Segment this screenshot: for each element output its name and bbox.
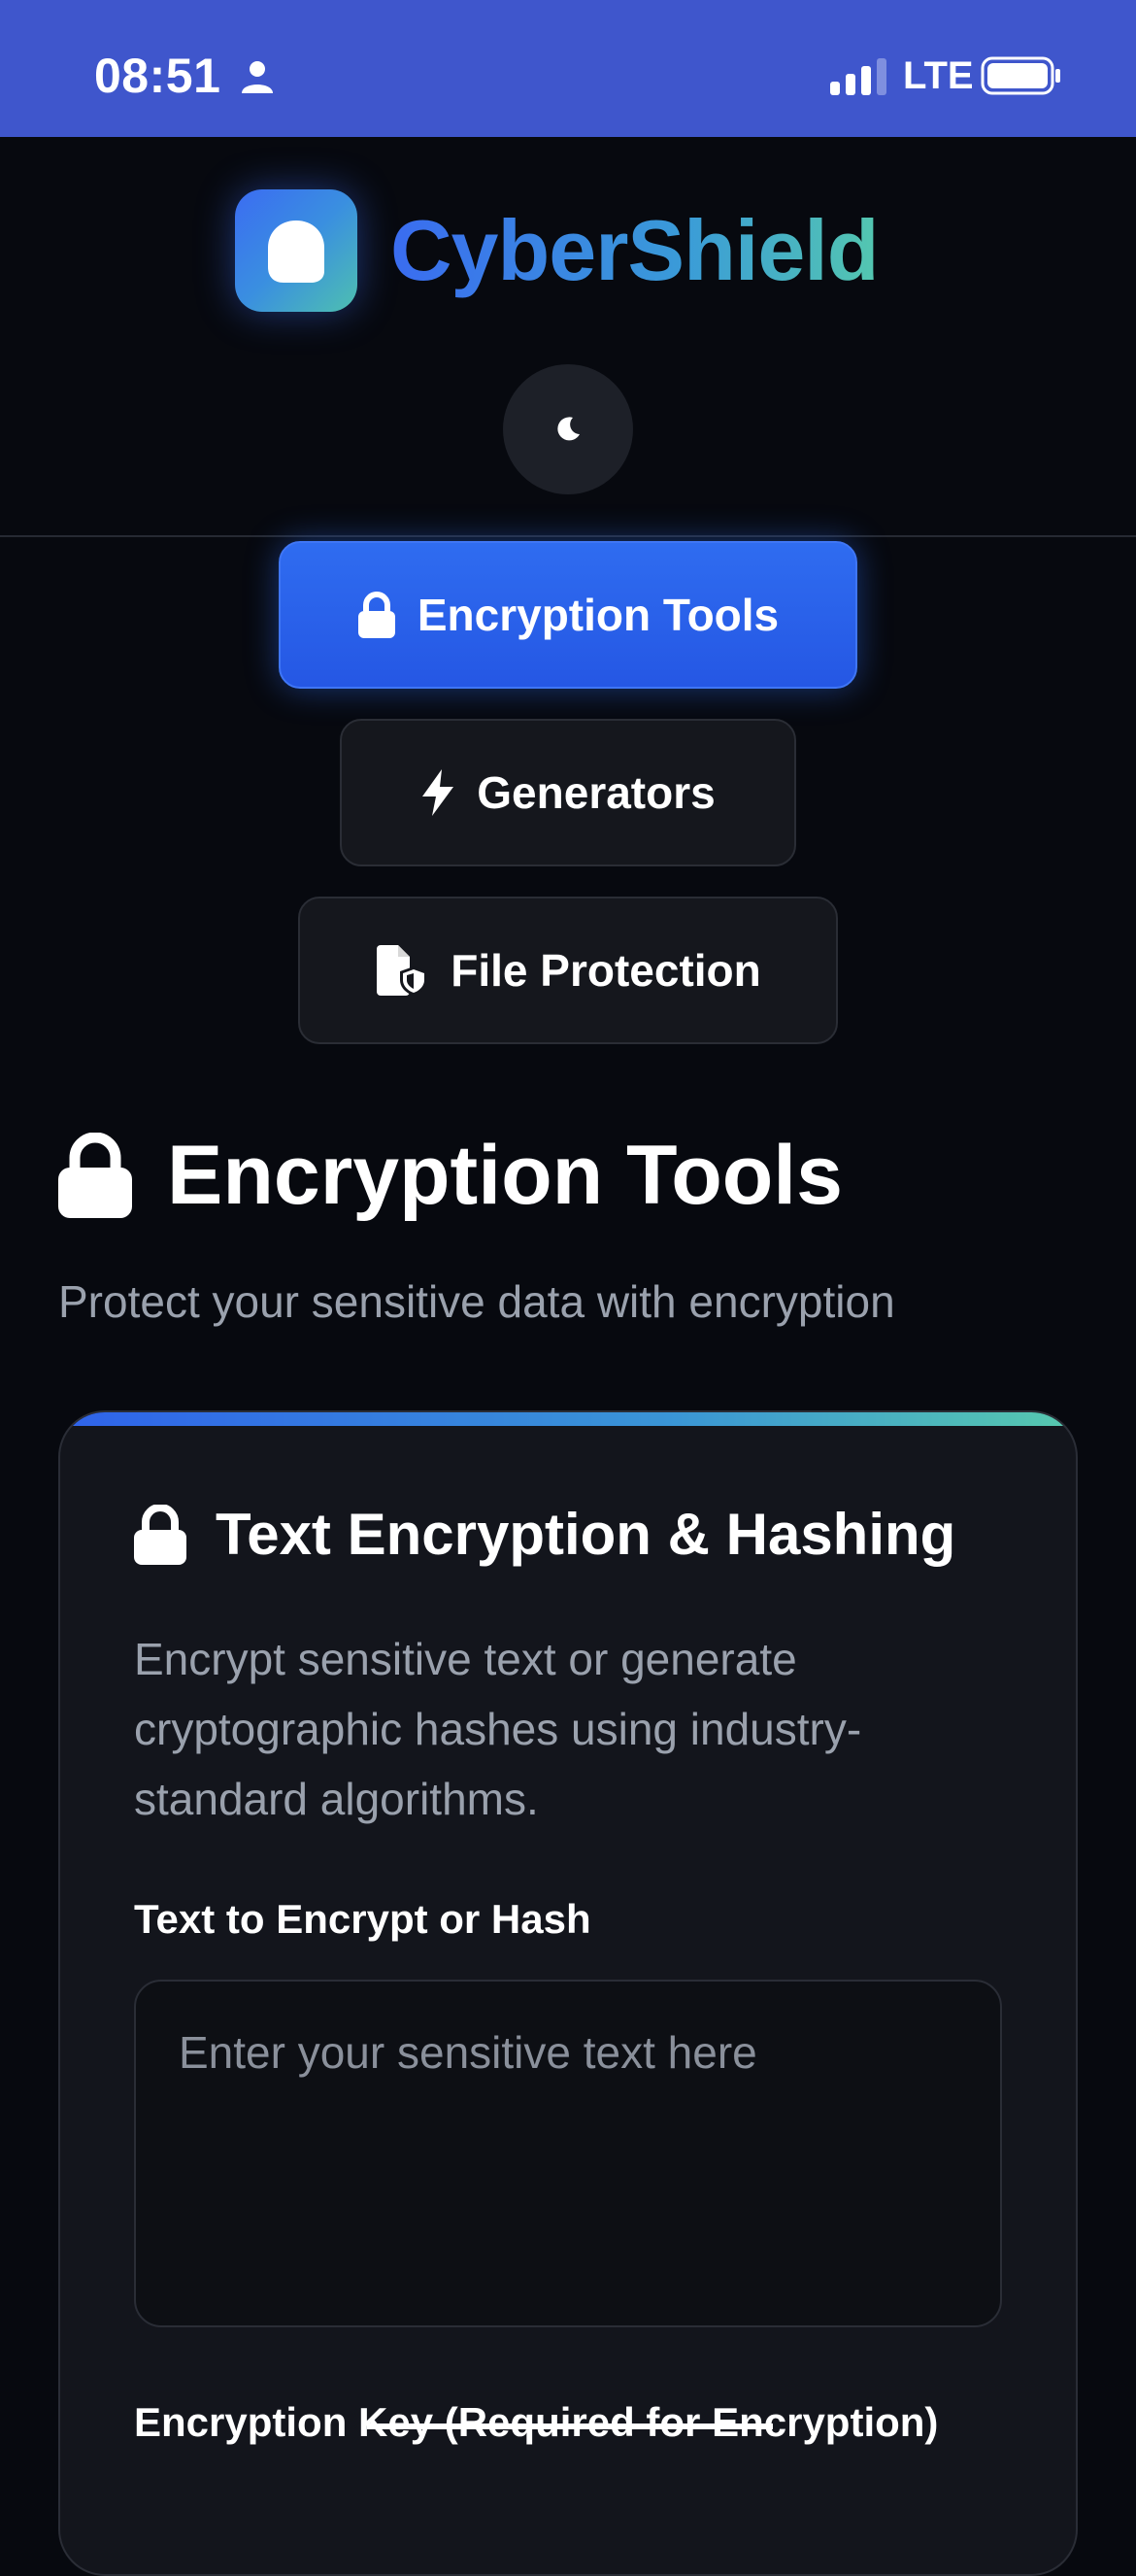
app-title: CyberShield — [390, 197, 879, 304]
page-title-text: Encryption Tools — [167, 1129, 843, 1222]
tab-file-protection[interactable]: File Protection — [298, 897, 838, 1044]
status-bar: 08:51 LTE — [0, 0, 1136, 137]
signal-icon — [830, 58, 886, 95]
tab-label: Encryption Tools — [417, 590, 780, 640]
file-shield-icon — [375, 945, 429, 996]
theme-toggle-button[interactable] — [503, 364, 633, 494]
status-time: 08:51 — [94, 49, 221, 103]
card-description: Encrypt sensitive text or generate crypt… — [134, 1634, 862, 1824]
tab-label: Generators — [477, 767, 716, 818]
battery-icon — [981, 56, 1060, 95]
tab-encryption-tools[interactable]: Encryption Tools — [279, 541, 857, 689]
app-header: CyberShield — [0, 137, 1136, 537]
tab-label: File Protection — [451, 945, 761, 996]
bolt-icon — [420, 769, 455, 816]
card-title-text: Text Encryption & Hashing — [216, 1502, 956, 1567]
lock-icon — [357, 592, 396, 638]
page-subtitle: Protect your sensitive data with encrypt… — [58, 1276, 895, 1327]
text-input-label: Text to Encrypt or Hash — [134, 1896, 591, 1942]
strikethrough-line — [367, 2423, 773, 2429]
text-encryption-card: Text Encryption & Hashing Encrypt sensit… — [58, 1410, 1078, 2576]
network-type: LTE — [903, 54, 974, 97]
card-title: Text Encryption & Hashing — [134, 1496, 955, 1574]
lock-icon — [58, 1133, 132, 1218]
person-icon — [242, 61, 273, 93]
shield-logo-icon — [235, 189, 357, 312]
card-accent-bar — [60, 1412, 1076, 1426]
moon-icon — [557, 417, 580, 441]
page-title: Encryption Tools — [58, 1127, 843, 1224]
tab-generators[interactable]: Generators — [340, 719, 796, 866]
encryption-key-label: Encryption Key (Required for Encryption) — [134, 2399, 939, 2445]
text-to-encrypt-input[interactable] — [134, 1980, 1002, 2327]
lock-icon — [134, 1505, 186, 1565]
